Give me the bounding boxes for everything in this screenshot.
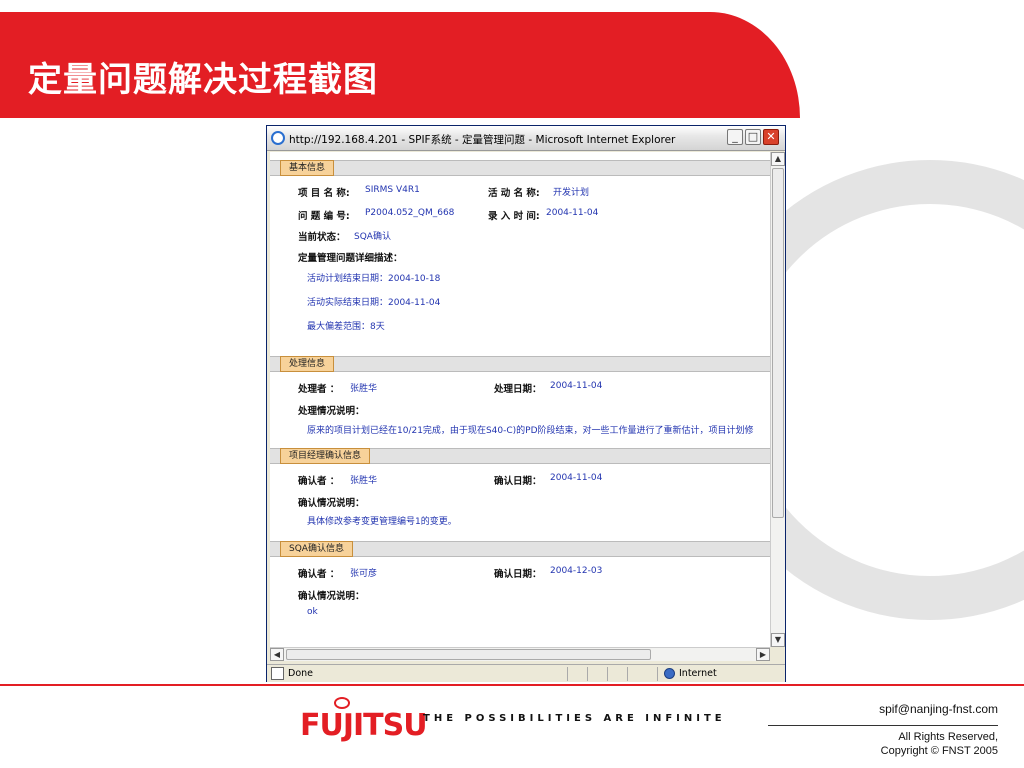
scroll-thumb-horizontal[interactable] [286, 649, 651, 660]
issue-no-value: P2004.052_QM_668 [365, 208, 455, 218]
status-divider [627, 667, 628, 681]
pm-note-label: 确认情况说明： [298, 498, 365, 509]
entry-time-value: 2004-11-04 [546, 208, 599, 218]
project-name-label: 项 目 名 称: [298, 188, 350, 199]
vertical-scrollbar[interactable]: ▲ ▼ [770, 152, 785, 647]
horizontal-scrollbar[interactable]: ◀ ▶ [270, 647, 770, 661]
processing-note-label: 处理情况说明： [298, 406, 365, 417]
status-divider [607, 667, 608, 681]
close-button[interactable]: ✕ [763, 129, 779, 145]
detail-label: 定量管理问题详细描述： [298, 253, 403, 264]
security-zone: Internet [679, 668, 717, 679]
detail-line: 最大偏差范围：8天 [307, 322, 385, 332]
sqa-confirmer-value: 张可彦 [350, 569, 378, 579]
issue-no-label: 问 题 编 号: [298, 211, 350, 222]
browser-window-title: http://192.168.4.201 - SPIF系统 - 定量管理问题 -… [289, 134, 676, 146]
entry-time-label: 录 入 时 间: [488, 211, 540, 222]
maximize-button[interactable]: □ [745, 129, 761, 145]
sqa-confirm-date-label: 确认日期： [494, 569, 542, 580]
page-content: 基本信息 项 目 名 称: SIRMS V4R1 活 动 名 称: 开发计划 问… [270, 152, 770, 647]
status-label: 当前状态： [298, 232, 346, 243]
fujitsu-logo: FUJITSU [300, 708, 428, 743]
section-pm-confirm: 项目经理确认信息 [270, 448, 770, 464]
processing-date-label: 处理日期： [494, 384, 542, 395]
status-value: SQA确认 [354, 232, 391, 242]
pm-confirmer-value: 张胜华 [350, 476, 378, 486]
status-divider [657, 667, 658, 681]
processing-note: 原来的项目计划已经在10/21完成，由于现在S40-C)的PD阶段结束，对一些工… [307, 426, 754, 436]
scroll-thumb[interactable] [772, 168, 784, 518]
footer-rule [768, 725, 998, 726]
slide: 定量问题解决过程截图 http://192.168.4.201 - SPIF系统… [0, 0, 1024, 768]
scroll-right-icon[interactable]: ▶ [756, 648, 770, 661]
status-bar: Done Internet [267, 664, 785, 682]
copyright-text: Copyright © FNST 2005 [880, 745, 998, 757]
scroll-left-icon[interactable]: ◀ [270, 648, 284, 661]
activity-name-label: 活 动 名 称: [488, 188, 540, 199]
section-tab-processing-info: 处理信息 [280, 356, 335, 372]
pm-confirm-date-label: 确认日期： [494, 476, 542, 487]
status-text: Done [288, 668, 313, 679]
status-divider [567, 667, 568, 681]
section-tab-sqa-confirm: SQA确认信息 [280, 541, 353, 557]
sqa-note: ok [307, 607, 318, 617]
pm-note: 具体修改参考变更管理编号1的变更。 [307, 517, 457, 527]
section-sqa-confirm: SQA确认信息 [270, 541, 770, 557]
sqa-confirmer-label: 确认者 ： [298, 569, 340, 580]
sqa-confirm-date-value: 2004-12-03 [550, 566, 603, 576]
pm-confirm-date-value: 2004-11-04 [550, 473, 603, 483]
slide-title: 定量问题解决过程截图 [28, 60, 378, 100]
browser-window: http://192.168.4.201 - SPIF系统 - 定量管理问题 -… [266, 125, 786, 682]
project-name-value: SIRMS V4R1 [365, 185, 420, 195]
activity-name-value: 开发计划 [553, 188, 590, 198]
rights-text: All Rights Reserved, [898, 731, 998, 743]
scroll-up-icon[interactable]: ▲ [771, 152, 785, 166]
detail-line: 活动实际结束日期：2004-11-04 [307, 298, 441, 308]
scroll-down-icon[interactable]: ▼ [771, 633, 785, 647]
minimize-button[interactable]: _ [727, 129, 743, 145]
ie-icon [271, 131, 285, 145]
section-tab-basic-info: 基本信息 [280, 160, 335, 176]
section-processing-info: 处理信息 [270, 356, 770, 372]
title-banner: 定量问题解决过程截图 [0, 12, 800, 118]
tagline: THE POSSIBILITIES ARE INFINITE [423, 713, 726, 724]
handler-label: 处理者 ： [298, 384, 340, 395]
footer-divider [0, 684, 1024, 686]
contact-email: spif@nanjing-fnst.com [879, 702, 998, 716]
detail-line: 活动计划结束日期：2004-10-18 [307, 274, 441, 284]
status-divider [587, 667, 588, 681]
internet-globe-icon [664, 668, 675, 679]
pm-confirmer-label: 确认者 ： [298, 476, 340, 487]
browser-titlebar[interactable]: http://192.168.4.201 - SPIF系统 - 定量管理问题 -… [267, 126, 785, 151]
section-basic-info: 基本信息 [270, 160, 770, 176]
handler-value: 张胜华 [350, 384, 378, 394]
page-done-icon [271, 667, 284, 680]
processing-date-value: 2004-11-04 [550, 381, 603, 391]
section-tab-pm-confirm: 项目经理确认信息 [280, 448, 371, 464]
sqa-note-label: 确认情况说明： [298, 591, 365, 602]
